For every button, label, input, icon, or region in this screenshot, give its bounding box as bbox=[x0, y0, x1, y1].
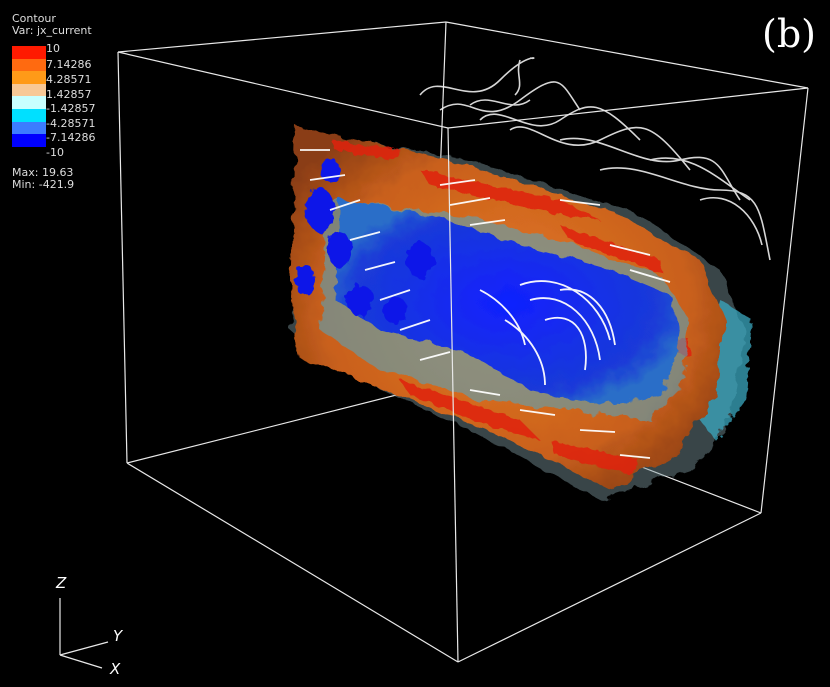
colorbar-tick-3: 1.42857 bbox=[46, 88, 92, 101]
visualization-viewport[interactable] bbox=[0, 0, 830, 687]
legend-minmax: Max: 19.63 Min: -421.9 bbox=[12, 167, 74, 191]
colorbar-tick-0: 10 bbox=[46, 42, 60, 55]
legend-variable: Var: jx_current bbox=[12, 24, 92, 37]
colorbar-tick-7: -10 bbox=[46, 146, 64, 159]
colorbar-tick-2: 4.28571 bbox=[46, 73, 92, 86]
axis-label-x: X bbox=[110, 660, 121, 678]
colorbar-swatch-2 bbox=[12, 71, 46, 84]
colorbar-swatch-7 bbox=[12, 134, 46, 147]
colorbar-swatch-6 bbox=[12, 121, 46, 135]
legend: Contour Var: jx_current bbox=[12, 13, 92, 37]
colorbar bbox=[12, 46, 46, 147]
orientation-axes bbox=[59, 598, 109, 669]
axis-label-z: Z bbox=[56, 574, 67, 592]
axis-label-y: Y bbox=[113, 627, 123, 645]
legend-min: Min: -421.9 bbox=[12, 178, 75, 191]
colorbar-swatch-5 bbox=[12, 109, 46, 122]
colorbar-swatch-1 bbox=[12, 58, 46, 72]
colorbar-tick-4: -1.42857 bbox=[46, 102, 96, 115]
panel-label: (b) bbox=[762, 12, 816, 56]
colorbar-swatch-3 bbox=[12, 83, 46, 97]
colorbar-swatch-4 bbox=[12, 96, 46, 109]
colorbar-tick-6: -7.14286 bbox=[46, 131, 96, 144]
colorbar-tick-1: 7.14286 bbox=[46, 58, 92, 71]
colorbar-swatch-0 bbox=[12, 46, 46, 59]
colorbar-tick-5: -4.28571 bbox=[46, 117, 96, 130]
